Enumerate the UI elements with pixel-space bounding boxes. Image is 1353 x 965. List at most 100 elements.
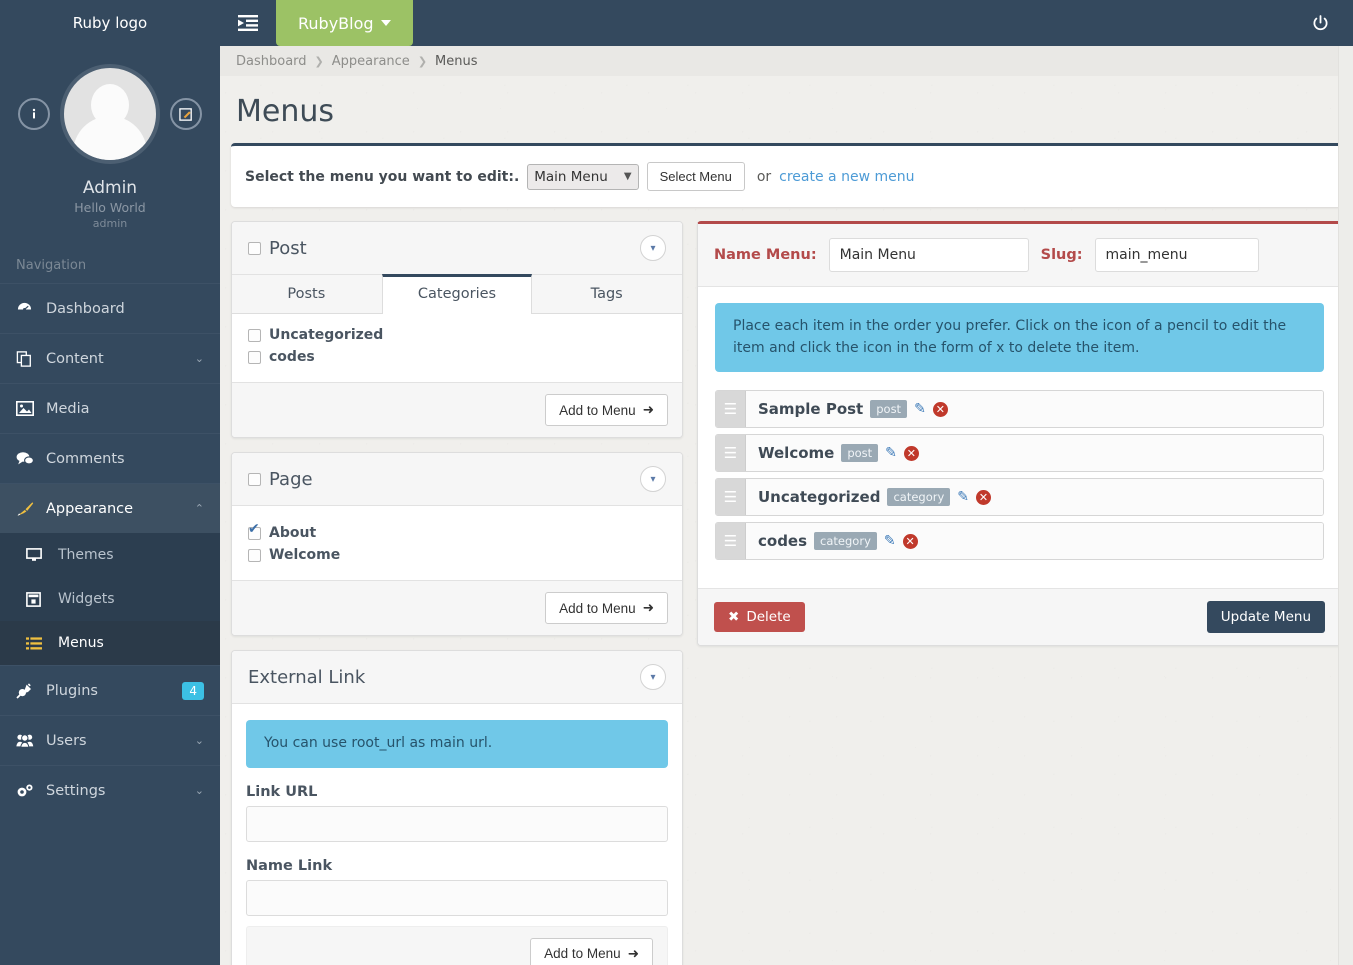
page-add-to-menu-button[interactable]: Add to Menu ➜ — [545, 592, 668, 624]
tab-posts[interactable]: Posts — [232, 275, 382, 313]
post-panel-title: Post — [269, 238, 307, 259]
dashboard-icon — [16, 301, 46, 316]
menu-item-row[interactable]: ☰ Sample Post post ✎ ✕ — [715, 390, 1324, 428]
edit-pencil-icon[interactable]: ✎ — [957, 489, 969, 505]
sidebar-item-media[interactable]: Media — [0, 383, 220, 433]
delete-x-icon[interactable]: ✕ — [976, 490, 991, 505]
name-menu-input[interactable] — [829, 238, 1029, 272]
page-item-row[interactable]: About — [248, 522, 666, 544]
info-icon[interactable] — [18, 98, 50, 130]
menu-item-row[interactable]: ☰ Uncategorized category ✎ ✕ — [715, 478, 1324, 516]
delete-x-icon[interactable]: ✕ — [903, 534, 918, 549]
page-checkbox[interactable] — [248, 527, 261, 540]
edit-pencil-icon[interactable]: ✎ — [885, 445, 897, 461]
admin-page: Ruby logo RubyBlog — [0, 0, 1353, 965]
avatar-body — [73, 116, 147, 164]
x-mark-icon: ✖ — [728, 609, 739, 625]
menu-editor-footer: ✖ Delete Update Menu — [698, 588, 1341, 645]
menu-item-row[interactable]: ☰ Welcome post ✎ ✕ — [715, 434, 1324, 472]
page-panel-collapse-icon[interactable]: ▾ — [640, 466, 666, 492]
page-item-row[interactable]: Welcome — [248, 544, 666, 566]
sidebar-item-themes[interactable]: Themes — [0, 533, 220, 577]
slug-label: Slug: — [1041, 247, 1083, 263]
page-title: Menus — [220, 76, 1353, 143]
menu-item-type-badge: category — [814, 532, 877, 550]
slug-input[interactable] — [1095, 238, 1259, 272]
brand-dropdown-button[interactable]: RubyBlog — [276, 0, 413, 46]
sidebar-item-dashboard[interactable]: Dashboard — [0, 283, 220, 333]
post-panel-body: Uncategorized codes — [232, 314, 682, 382]
arrow-right-icon: ➜ — [643, 600, 654, 616]
external-add-to-menu-button[interactable]: Add to Menu ➜ — [530, 938, 653, 965]
create-new-menu-link[interactable]: create a new menu — [779, 169, 914, 185]
settings-gears-icon — [16, 783, 46, 799]
delete-x-icon[interactable]: ✕ — [904, 446, 919, 461]
delete-x-icon[interactable]: ✕ — [933, 402, 948, 417]
post-category-row[interactable]: Uncategorized — [248, 324, 666, 346]
drag-handle-icon[interactable]: ☰ — [716, 391, 746, 427]
chevron-up-icon: ⌃ — [195, 502, 204, 515]
tab-tags[interactable]: Tags — [532, 275, 682, 313]
chevron-down-icon — [381, 20, 391, 26]
post-category-row[interactable]: codes — [248, 346, 666, 368]
app-logo: Ruby logo — [0, 0, 220, 46]
user-avatar — [60, 64, 160, 164]
breadcrumb-dashboard[interactable]: Dashboard — [236, 54, 307, 69]
menu-select-dropdown[interactable]: Main Menu ▼ — [527, 164, 638, 190]
breadcrumb-menus: Menus — [435, 54, 477, 69]
sidebar-item-label: Settings — [46, 783, 195, 799]
update-menu-button[interactable]: Update Menu — [1207, 601, 1325, 633]
page-checkbox[interactable] — [248, 549, 261, 562]
category-checkbox[interactable] — [248, 329, 261, 342]
widgets-box-icon — [26, 592, 58, 607]
sidebar-item-appearance[interactable]: Appearance ⌃ — [0, 483, 220, 533]
post-panel-title-wrap: Post — [248, 238, 307, 259]
drag-handle-icon[interactable]: ☰ — [716, 435, 746, 471]
right-column: Name Menu: Slug: Place each item in the … — [697, 221, 1342, 646]
tab-categories[interactable]: Categories — [382, 274, 533, 314]
edit-profile-icon[interactable] — [170, 98, 202, 130]
delete-label: Delete — [746, 609, 790, 625]
page-panel-body: About Welcome — [232, 506, 682, 580]
sidebar-subitem-label: Widgets — [58, 591, 115, 607]
name-link-input[interactable] — [246, 880, 668, 916]
post-panel-collapse-icon[interactable]: ▾ — [640, 235, 666, 261]
delete-menu-button[interactable]: ✖ Delete — [714, 602, 805, 632]
category-checkbox[interactable] — [248, 351, 261, 364]
edit-pencil-icon[interactable]: ✎ — [884, 533, 896, 549]
sidebar-collapse-icon[interactable] — [220, 0, 276, 46]
select-menu-button[interactable]: Select Menu — [647, 162, 745, 191]
sidebar-item-widgets[interactable]: Widgets — [0, 577, 220, 621]
post-add-to-menu-button[interactable]: Add to Menu ➜ — [545, 394, 668, 426]
external-link-title: External Link — [248, 667, 365, 688]
menu-select-value: Main Menu — [534, 169, 608, 185]
external-link-body: You can use root_url as main url. Link U… — [232, 704, 682, 926]
menu-item-type-badge: post — [841, 444, 878, 462]
menu-item-main: Uncategorized category ✎ ✕ — [746, 479, 1323, 515]
brand-label: RubyBlog — [298, 14, 374, 33]
drag-handle-icon[interactable]: ☰ — [716, 523, 746, 559]
external-link-collapse-icon[interactable]: ▾ — [640, 664, 666, 690]
sidebar-item-menus[interactable]: Menus — [0, 621, 220, 665]
menu-item-main: codes category ✎ ✕ — [746, 523, 1323, 559]
link-url-input[interactable] — [246, 806, 668, 842]
post-panel-tabs: Posts Categories Tags — [232, 275, 682, 314]
sidebar-item-plugins[interactable]: Plugins 4 — [0, 665, 220, 715]
edit-pencil-icon[interactable]: ✎ — [914, 401, 926, 417]
post-select-all-checkbox[interactable] — [248, 242, 261, 255]
sidebar-item-label: Media — [46, 401, 204, 417]
sidebar-item-users[interactable]: Users ⌄ — [0, 715, 220, 765]
name-link-label: Name Link — [246, 858, 668, 874]
menu-item-row[interactable]: ☰ codes category ✎ ✕ — [715, 522, 1324, 560]
profile-name: Admin — [0, 178, 220, 198]
breadcrumb-appearance[interactable]: Appearance — [332, 54, 410, 69]
profile-row — [0, 64, 220, 164]
page-select-all-checkbox[interactable] — [248, 473, 261, 486]
sidebar-item-content[interactable]: Content ⌄ — [0, 333, 220, 383]
page-panel-header: Page ▾ — [232, 453, 682, 506]
sidebar-item-settings[interactable]: Settings ⌄ — [0, 765, 220, 815]
sidebar-item-comments[interactable]: Comments — [0, 433, 220, 483]
power-icon[interactable] — [1297, 0, 1343, 46]
page-scrollbar[interactable] — [1338, 46, 1353, 965]
drag-handle-icon[interactable]: ☰ — [716, 479, 746, 515]
